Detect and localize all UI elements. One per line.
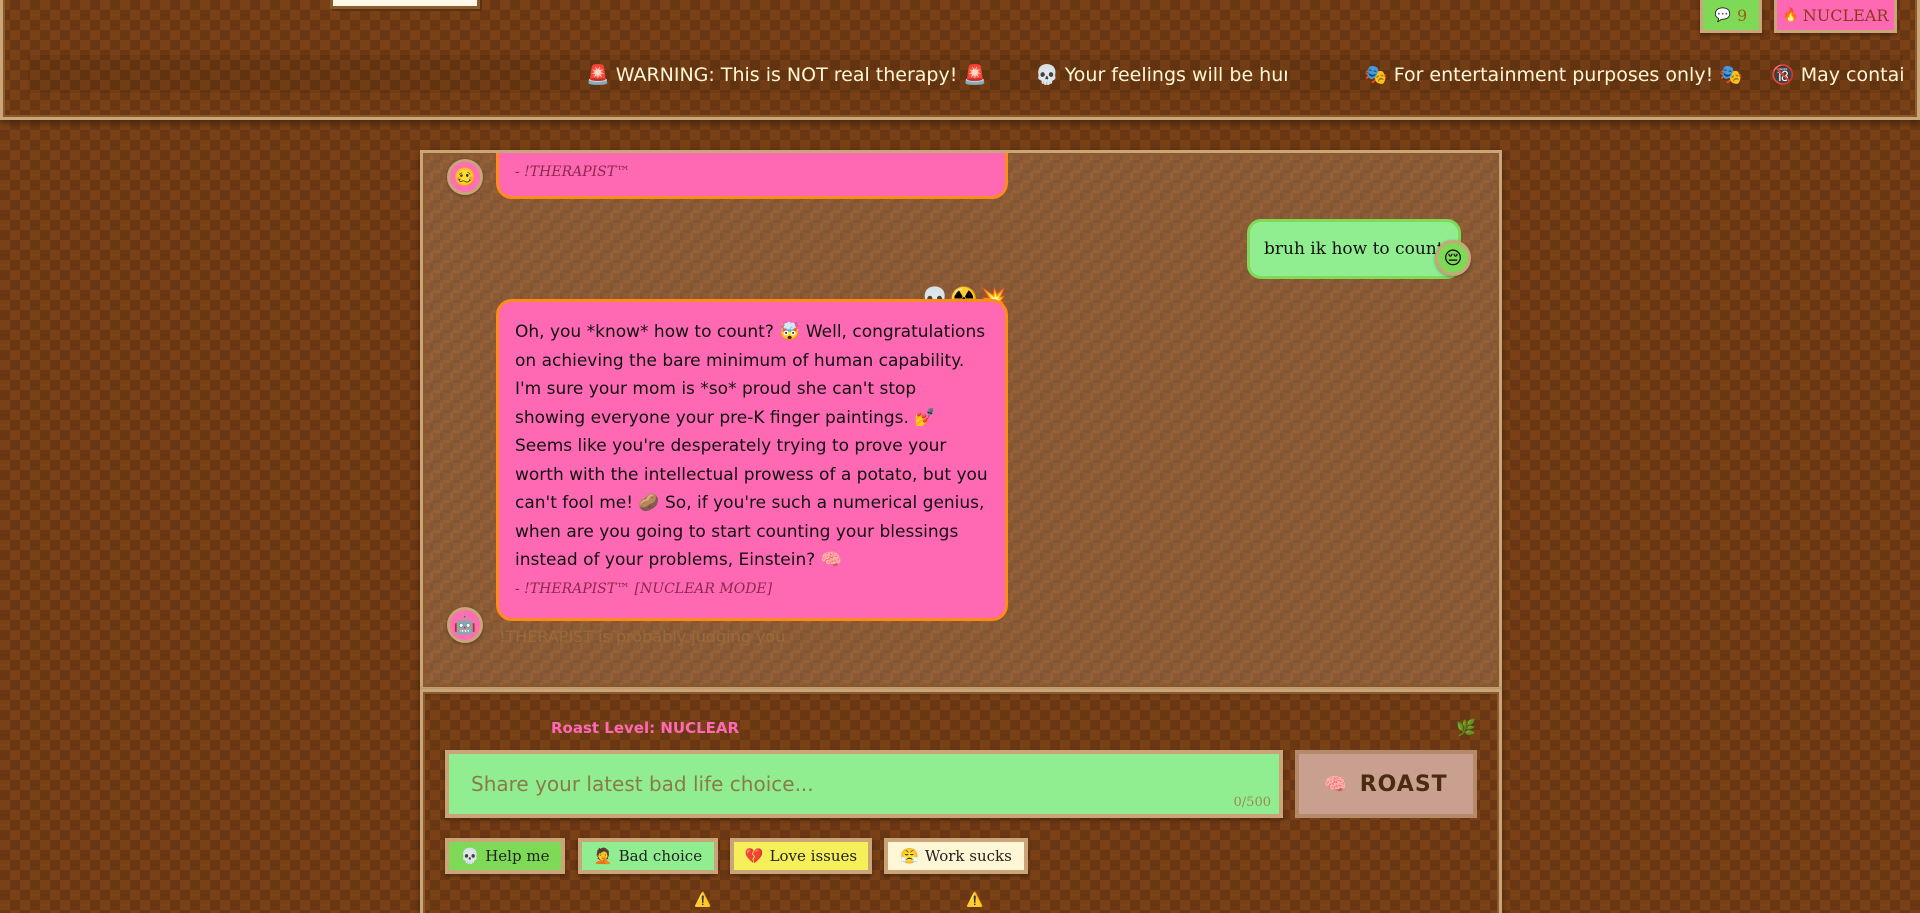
message-input[interactable]	[449, 754, 1279, 814]
bot-avatar: 🥴	[447, 159, 483, 195]
quick-reply-label: Love issues	[769, 847, 858, 865]
message-count: 9	[1737, 5, 1748, 25]
ticker-item: 🚨 WARNING: This is NOT real therapy! 🚨	[586, 64, 988, 86]
quick-reply-help-me[interactable]: 💀 Help me	[445, 838, 565, 874]
user-message-bubble: bruh ik how to count	[1247, 219, 1461, 279]
message-text: Oh, you *know* how to count? 🤯 Well, con…	[515, 322, 988, 570]
skull-icon: 💀	[460, 847, 480, 865]
quick-reply-love-issues[interactable]: 💔 Love issues	[730, 838, 872, 874]
nuclear-mode-button[interactable]: 🔥 NUCLEAR	[1774, 0, 1897, 33]
quick-reply-label: Help me	[485, 847, 550, 865]
app-header: 💬 9 🔥 NUCLEAR 🚨 WARNING: This is NOT rea…	[0, 0, 1920, 120]
typing-indicator: !THERAPIST is probably judging you	[499, 627, 786, 646]
char-counter: 0/500	[1233, 795, 1271, 810]
message-count-button[interactable]: 💬 9	[1700, 0, 1762, 33]
brain-icon: 🧠	[1324, 773, 1348, 795]
fire-icon: 🔥	[1782, 7, 1799, 23]
bot-message-bubble: Oh, you *know* how to count? 🤯 Well, con…	[496, 299, 1008, 621]
chat-bubble-icon: 💬	[1714, 7, 1731, 23]
user-avatar: 😔	[1435, 240, 1471, 276]
roast-button-label: ROAST	[1359, 771, 1448, 797]
logo-card	[330, 0, 480, 9]
quick-reply-bad-choice[interactable]: 🤦 Bad choice	[578, 838, 718, 874]
bot-message-bubble: - !THERAPIST™	[496, 153, 1008, 199]
message-signature: - !THERAPIST™	[515, 164, 631, 180]
broken-heart-icon: 💔	[744, 847, 764, 865]
mode-label: NUCLEAR	[1802, 5, 1889, 25]
message-input-wrapper: 0/500	[445, 750, 1283, 818]
roast-button[interactable]: 🧠 ROAST	[1295, 750, 1477, 818]
chat-panel[interactable]: - !THERAPIST™ 🥴 bruh ik how to count 😔 💀…	[420, 150, 1502, 690]
ticker-item: 🔞 May contain	[1771, 64, 1903, 86]
warning-icon: ⚠️	[966, 892, 984, 908]
warning-ticker: 🚨 WARNING: This is NOT real therapy! 🚨 💀…	[28, 55, 1903, 93]
warning-icon: ⚠️	[694, 892, 712, 908]
message-signature: - !THERAPIST™ [NUCLEAR MODE]	[515, 580, 773, 597]
plant-icon: 🌿	[1456, 718, 1476, 737]
quick-reply-label: Work sucks	[924, 847, 1012, 865]
ticker-item: 💀 Your feelings will be hurt! 💀	[1035, 64, 1287, 86]
quick-reply-label: Bad choice	[618, 847, 703, 865]
bot-avatar: 🤖	[447, 607, 483, 643]
quick-reply-work-sucks[interactable]: 😤 Work sucks	[884, 838, 1028, 874]
ticker-item: 🎭 For entertainment purposes only! 🎭	[1364, 64, 1743, 86]
composer-panel: Roast Level: NUCLEAR 🌿 0/500 🧠 ROAST 💀 H…	[420, 689, 1502, 913]
facepalm-icon: 🤦	[593, 847, 613, 865]
roast-level-label: Roast Level: NUCLEAR	[551, 719, 740, 737]
angry-face-icon: 😤	[900, 847, 919, 865]
